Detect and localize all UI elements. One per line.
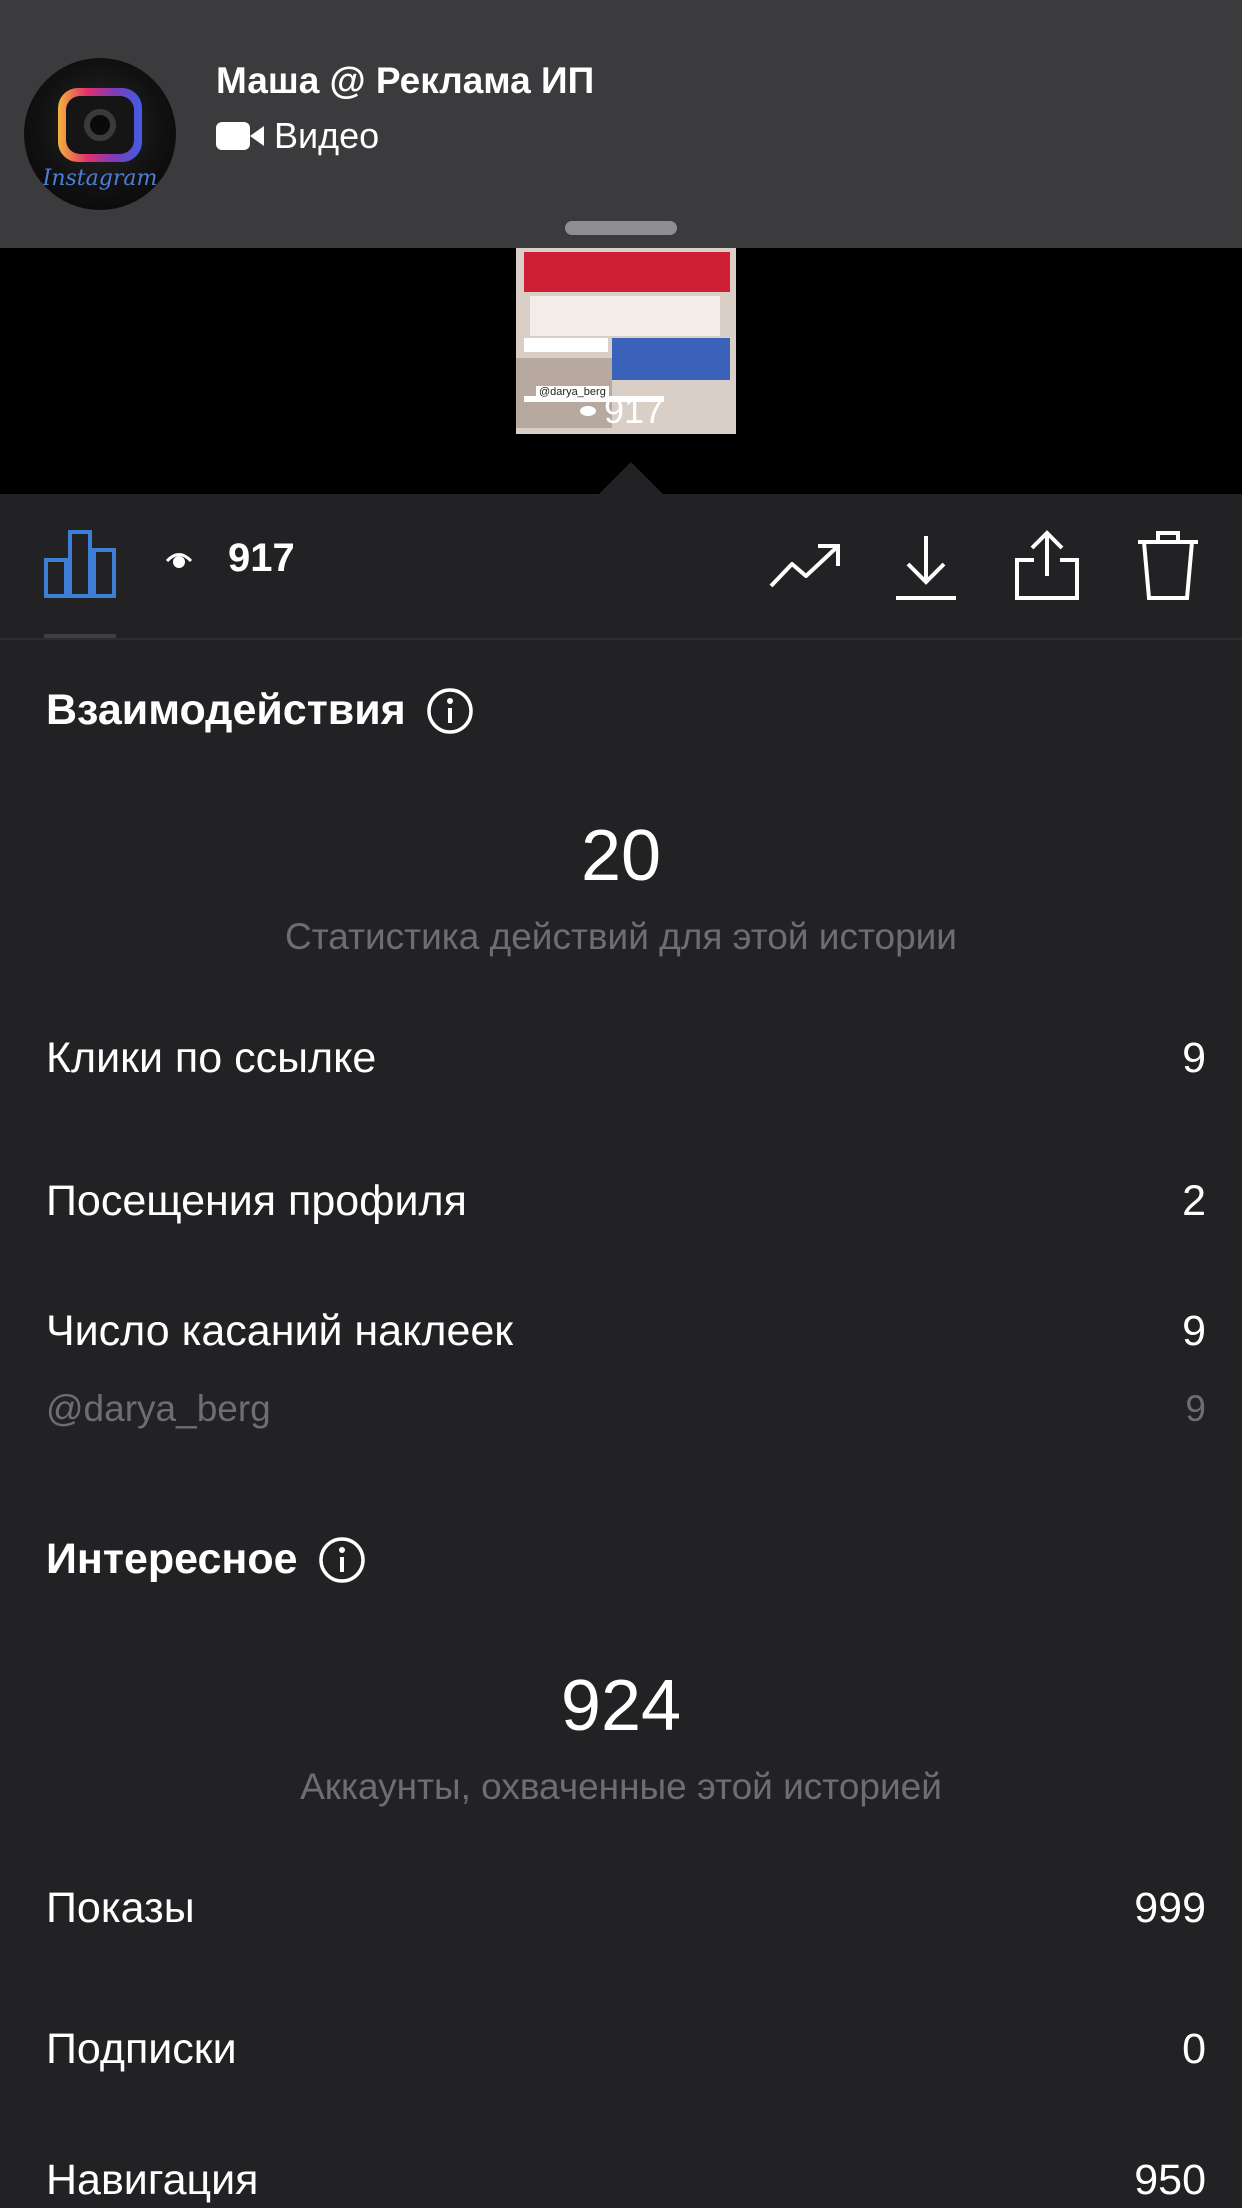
stat-row-follows: Подписки 0	[46, 2025, 1206, 2074]
insights-tab-indicator	[44, 634, 116, 638]
interactions-section-title: Взаимодействия	[46, 686, 474, 735]
stat-row-impressions: Показы 999	[46, 1884, 1206, 1933]
views-count: 917	[164, 536, 295, 581]
stat-value: 999	[1134, 1884, 1206, 1932]
avatar-brand-text: Instagram	[42, 166, 158, 191]
views-value: 917	[228, 536, 295, 580]
stat-sublabel: @darya_berg	[46, 1388, 271, 1429]
chat-name: Маша @ Реклама ИП	[216, 60, 595, 101]
chat-header: Instagram Маша @ Реклама ИП Видео	[0, 0, 1242, 248]
thumbnail-views: 917	[604, 390, 665, 431]
info-icon[interactable]	[318, 1536, 366, 1584]
stat-label: Число касаний наклеек	[46, 1307, 514, 1355]
stat-value: 950	[1134, 2156, 1206, 2204]
story-preview-band: @darya_berg 917	[0, 248, 1242, 494]
drag-handle[interactable]	[565, 221, 677, 235]
stat-value: 0	[1182, 2025, 1206, 2073]
stat-row-navigation: Навигация 950	[46, 2156, 1206, 2205]
stat-row-link-clicks: Клики по ссылке 9	[46, 1034, 1206, 1083]
discovery-title: Интересное	[46, 1535, 298, 1583]
thumbnail-view-count: 917	[580, 390, 664, 432]
stat-subrow-mention: @darya_berg 9	[46, 1388, 1206, 1430]
message-type: Видео	[216, 115, 379, 157]
download-icon[interactable]	[894, 534, 958, 602]
eye-icon	[580, 406, 596, 416]
selected-story-pointer	[597, 462, 665, 496]
stat-subvalue: 9	[1185, 1388, 1206, 1429]
message-type-label: Видео	[274, 115, 380, 156]
stat-row-profile-visits: Посещения профиля 2	[46, 1177, 1206, 1226]
avatar[interactable]: Instagram	[24, 58, 176, 210]
discovery-caption: Аккаунты, охваченные этой историей	[300, 1766, 942, 1807]
stat-label: Показы	[46, 1884, 195, 1932]
story-thumbnail[interactable]: @darya_berg 917	[516, 248, 736, 434]
bar-chart-icon[interactable]	[44, 528, 116, 598]
stat-label: Клики по ссылке	[46, 1034, 377, 1082]
stat-label: Подписки	[46, 2025, 237, 2073]
discovery-section-title: Интересное	[46, 1535, 366, 1584]
interactions-caption: Статистика действий для этой истории	[285, 916, 957, 957]
share-icon[interactable]	[1014, 530, 1080, 602]
stat-row-sticker-taps: Число касаний наклеек 9	[46, 1307, 1206, 1356]
discovery-total: 924	[560, 1666, 682, 1746]
stat-label: Навигация	[46, 2156, 259, 2204]
story-toolbar: 917	[0, 494, 1242, 640]
instagram-logo-icon	[58, 88, 142, 162]
stat-value: 9	[1182, 1034, 1206, 1082]
stat-value: 2	[1182, 1177, 1206, 1225]
eye-icon	[165, 552, 193, 568]
interactions-title: Взаимодействия	[46, 686, 406, 734]
trash-icon[interactable]	[1136, 530, 1200, 602]
trending-icon[interactable]	[768, 540, 844, 590]
interactions-total: 20	[580, 816, 662, 896]
stat-value: 9	[1182, 1307, 1206, 1355]
stat-label: Посещения профиля	[46, 1177, 467, 1225]
info-icon[interactable]	[426, 687, 474, 735]
video-camera-icon	[216, 122, 264, 150]
